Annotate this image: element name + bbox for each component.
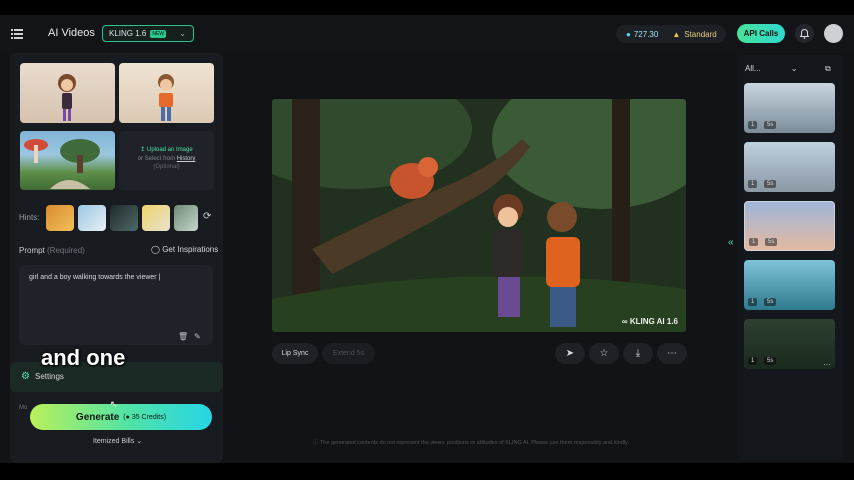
credits-drop-icon-small: ● [125, 413, 130, 421]
history-item-count: 1 [748, 298, 758, 306]
chevron-down-icon-filter: ⌄ [790, 64, 798, 73]
video-caption-overlay: and one [41, 345, 126, 370]
filter-dropdown[interactable]: All... ⌄ [745, 64, 798, 73]
upload-label-row: ↥ Upload an Image [119, 146, 214, 153]
history-item-count: 1 [748, 180, 758, 188]
upload-image-card[interactable]: ↥ Upload an Image or Select from History… [119, 131, 214, 190]
history-item-4[interactable]: 1 5s [744, 260, 835, 310]
history-item-count: 1 [749, 238, 759, 246]
trash-icon[interactable]: 🗑 [178, 332, 188, 341]
generate-credits: 35 Credits [131, 413, 164, 421]
chevron-down-icon: ⌄ [179, 29, 186, 38]
lightbulb-icon: ◯ [151, 245, 160, 254]
download-icon[interactable]: ⤓ [623, 343, 653, 364]
itemized-bills-label: Itemized Bills [93, 438, 135, 445]
hint-thumb-fairy[interactable] [174, 205, 198, 231]
history-item-duration: 5s [764, 298, 777, 306]
history-item-count: 1 [748, 357, 758, 365]
itemized-bills-button[interactable]: Itemized Bills ⌄ [93, 437, 142, 445]
get-inspirations-label: Get Inspirations [162, 245, 219, 254]
settings-icon: ⚙ [21, 371, 30, 382]
history-item-duration: 5s [764, 357, 777, 365]
filter-label: All... [745, 64, 761, 73]
video-preview[interactable]: ∞ KLING AI 1.6 [272, 99, 686, 332]
generate-button[interactable]: Generate (● 35 Credits) [30, 404, 212, 430]
forest-scene [272, 99, 686, 332]
prompt-required: (Required) [47, 246, 85, 255]
model-name: KLING 1.6 [109, 29, 147, 38]
refresh-icon[interactable]: ⟳ [203, 211, 211, 222]
disclaimer: ⓘ The generated contents do not represen… [313, 438, 629, 446]
hint-thumb-fish[interactable] [46, 205, 74, 231]
more-icon[interactable]: ⋯ [657, 343, 687, 364]
hint-thumb-warrior[interactable] [110, 205, 138, 231]
credits-pill[interactable]: ● 727.30 ▲ Standard [616, 25, 726, 43]
bell-icon[interactable] [795, 24, 814, 43]
history-item-1[interactable]: 1 5s [744, 83, 835, 133]
get-inspirations-button[interactable]: ◯ Get Inspirations [151, 245, 218, 254]
history-item-3[interactable]: 1 5s [744, 201, 835, 251]
collapse-panel-icon[interactable]: « [728, 237, 734, 248]
history-item-duration: 5s [765, 238, 778, 246]
model-selector[interactable]: KLING 1.6 NEW ⌄ [102, 25, 194, 42]
generate-credits-group: (● 35 Credits) [123, 413, 167, 421]
page-title: AI Videos [48, 27, 95, 39]
watermark: ∞ KLING AI 1.6 [622, 317, 678, 326]
api-calls-button[interactable]: API Calls [737, 24, 785, 43]
star-icon[interactable]: ☆ [589, 343, 619, 364]
generate-label: Generate [75, 411, 120, 423]
upload-or-text: or Select from [137, 156, 175, 162]
watermark-text: KLING AI 1.6 [629, 317, 678, 326]
upload-optional: (Optional) [153, 164, 180, 170]
lip-sync-button[interactable]: Lip Sync [272, 343, 318, 364]
standard-icon: ▲ [672, 29, 681, 39]
extend-button[interactable]: Extend 5s [322, 343, 375, 364]
prompt-textarea[interactable]: girl and a boy walking towards the viewe… [19, 265, 213, 345]
mode-label-fragment: Mo [19, 405, 28, 411]
send-icon[interactable]: ➤ [555, 343, 585, 364]
history-item-duration: 5s [764, 121, 777, 129]
disclaimer-text: The generated contents do not represent … [319, 440, 629, 446]
reference-image-scene[interactable] [20, 131, 115, 190]
history-item-duration: 5s [764, 180, 777, 188]
plan-label: Standard [684, 29, 717, 39]
settings-label: Settings [35, 372, 64, 381]
credits-value: 727.30 [633, 29, 659, 39]
avatar[interactable] [824, 24, 843, 43]
upload-label: Upload an Image [147, 147, 193, 153]
history-item-5[interactable]: 1 5s [744, 319, 835, 369]
edit-icon[interactable]: ✎ [194, 332, 201, 341]
prompt-label: Prompt [19, 246, 45, 255]
prompt-text: girl and a boy walking towards the viewe… [29, 274, 161, 281]
menu-icon[interactable] [10, 27, 24, 41]
reference-image-boy[interactable] [119, 63, 214, 123]
upload-history-row: or Select from History [119, 156, 214, 162]
hint-thumb-plush[interactable] [78, 205, 106, 231]
credits-drop-icon: ● [626, 29, 631, 39]
history-item-count: 1 [748, 121, 758, 129]
upload-icon: ↥ [140, 147, 147, 153]
history-more-icon[interactable]: ⋯ [823, 360, 831, 369]
new-badge: NEW [150, 29, 167, 38]
info-icon: ⓘ [313, 440, 320, 446]
chevron-down-icon-small: ⌄ [136, 438, 143, 445]
kling-logo-icon: ∞ [621, 317, 630, 326]
hints-label: Hints: [19, 213, 40, 222]
history-link[interactable]: History [177, 156, 196, 162]
cursor-icon: ↖ [110, 399, 118, 409]
reference-image-girl[interactable] [20, 63, 115, 123]
hint-thumb-character[interactable] [142, 205, 170, 231]
history-item-2[interactable]: 1 5s [744, 142, 835, 192]
copy-icon[interactable]: ⧉ [825, 64, 831, 74]
prompt-label-row: Prompt (Required) [19, 246, 85, 255]
